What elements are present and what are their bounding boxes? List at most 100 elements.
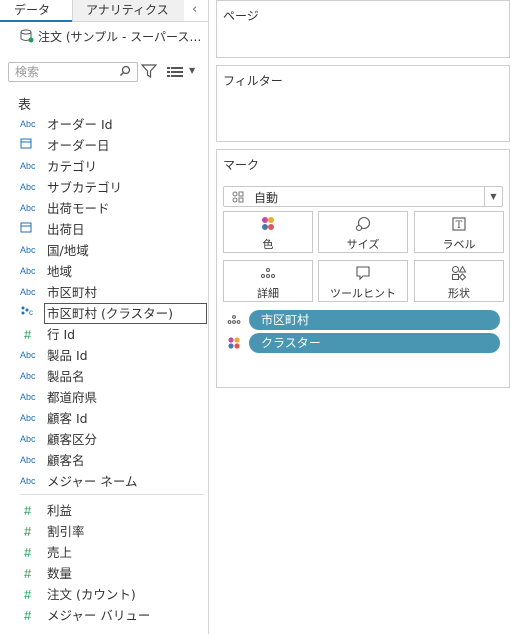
calendar-icon xyxy=(20,135,44,156)
pages-shelf[interactable]: ページ xyxy=(216,0,510,58)
field-label: 注文 (カウント) xyxy=(47,587,136,602)
dimension-field[interactable]: Abc 出荷モード xyxy=(12,198,208,219)
filters-shelf[interactable]: フィルター xyxy=(216,65,510,142)
chevron-down-icon[interactable]: ▼ xyxy=(484,187,502,206)
dimension-field[interactable]: Abc カテゴリ xyxy=(12,156,208,177)
measure-field[interactable]: # 注文 (カウント) xyxy=(12,584,208,605)
svg-text:c: c xyxy=(29,308,33,317)
dimension-field[interactable]: Abc 製品名 xyxy=(12,366,208,387)
label-button[interactable]: T ラベル xyxy=(414,211,504,253)
mark-pill[interactable]: 市区町村 xyxy=(249,310,500,330)
color-icon xyxy=(224,216,312,232)
search-icon xyxy=(119,65,131,80)
collapse-pane-icon[interactable]: ‹ xyxy=(192,2,197,17)
filters-title: フィルター xyxy=(223,74,283,88)
detail-icon xyxy=(224,265,312,281)
measure-field[interactable]: # 利益 xyxy=(12,500,208,521)
field-label: 割引率 xyxy=(47,524,85,539)
database-icon xyxy=(20,29,34,46)
number-icon: # xyxy=(24,566,32,581)
field-label: 市区町村 (クラスター) xyxy=(47,306,173,321)
size-button[interactable]: サイズ xyxy=(318,211,408,253)
field-label: 顧客 Id xyxy=(47,411,88,426)
pane-tabs: データ アナリティクス ‹ xyxy=(0,0,208,22)
string-type-icon: Abc xyxy=(20,371,36,381)
string-type-icon: Abc xyxy=(20,287,36,297)
string-type-icon: Abc xyxy=(20,266,36,276)
dimension-field[interactable]: Abc メジャー ネーム xyxy=(12,471,208,492)
string-type-icon: Abc xyxy=(20,392,36,402)
dimension-field[interactable]: # 行 Id xyxy=(12,324,208,345)
field-search[interactable] xyxy=(8,62,138,82)
field-list: Abc オーダー Id オーダー日 Abc カテゴリ Abc サブカテゴリ Abc 出荷モード出… xyxy=(12,114,208,626)
dimension-field[interactable]: Abc 顧客区分 xyxy=(12,429,208,450)
field-label: 出荷モード xyxy=(47,201,110,216)
field-label: 地域 xyxy=(47,264,73,279)
string-type-icon: Abc xyxy=(20,455,36,465)
field-label: カテゴリ xyxy=(47,159,98,174)
filter-icon[interactable] xyxy=(140,64,158,81)
shape-icon xyxy=(415,265,503,281)
tooltip-icon xyxy=(319,265,407,281)
field-label: 市区町村 xyxy=(47,285,98,300)
divider xyxy=(20,494,204,495)
tooltip-label: ツールヒント xyxy=(330,287,396,300)
dimension-field[interactable]: Abc サブカテゴリ xyxy=(12,177,208,198)
chevron-down-icon[interactable]: ▼ xyxy=(189,66,195,75)
automatic-mark-icon xyxy=(232,191,244,206)
dimension-field[interactable]: Abc 国/地域 xyxy=(12,240,208,261)
number-icon: # xyxy=(24,524,32,539)
field-label: 顧客名 xyxy=(47,453,85,468)
field-label: 利益 xyxy=(47,503,73,518)
tooltip-button[interactable]: ツールヒント xyxy=(318,260,408,302)
list-view-icon[interactable] xyxy=(167,66,183,80)
dimension-field[interactable]: Abc 製品 Id xyxy=(12,345,208,366)
field-label: 売上 xyxy=(47,545,73,560)
data-source[interactable]: 注文 (サンプル - スーパース… xyxy=(20,28,208,46)
dimension-field[interactable]: 出荷日 xyxy=(12,219,208,240)
dimension-field[interactable]: Abc 顧客 Id xyxy=(12,408,208,429)
dimension-field[interactable]: オーダー日 xyxy=(12,135,208,156)
shape-button[interactable]: 形状 xyxy=(414,260,504,302)
string-type-icon: Abc xyxy=(20,119,36,129)
detail-label: 詳細 xyxy=(257,287,279,300)
dimension-field[interactable]: Abc オーダー Id xyxy=(12,114,208,135)
marks-card: マーク 自動 ▼ 色 サイズ T ラベル 詳細 ツールヒント 形状 市区町村 ク… xyxy=(216,149,510,388)
field-label: サブカテゴリ xyxy=(47,180,123,195)
search-input[interactable] xyxy=(9,63,113,81)
mark-type-label: 自動 xyxy=(254,191,279,205)
detail-button[interactable]: 詳細 xyxy=(223,260,313,302)
data-pane: データ アナリティクス ‹ 注文 (サンプル - スーパース… ▼ 表 Abc オ… xyxy=(0,0,209,634)
size-icon xyxy=(319,216,407,232)
dimension-field[interactable]: Abc 市区町村 xyxy=(12,282,208,303)
field-label: メジャー ネーム xyxy=(47,474,138,489)
data-source-name: 注文 (サンプル - スーパース… xyxy=(38,30,202,44)
pages-title: ページ xyxy=(223,9,259,23)
number-icon: # xyxy=(24,327,32,342)
mark-type-dropdown[interactable]: 自動 ▼ xyxy=(223,186,503,207)
tab-analytics[interactable]: アナリティクス xyxy=(72,0,184,21)
field-label: 都道府県 xyxy=(47,390,98,405)
tab-data[interactable]: データ xyxy=(0,0,72,22)
measure-field[interactable]: # 数量 xyxy=(12,563,208,584)
field-label: 製品 Id xyxy=(47,348,88,363)
calendar-icon xyxy=(20,219,44,240)
field-label: メジャー バリュー xyxy=(47,608,151,623)
dimension-field[interactable]: Abc 顧客名 xyxy=(12,450,208,471)
detail-icon xyxy=(227,313,241,330)
number-icon: # xyxy=(24,503,32,518)
dimension-field[interactable]: c 市区町村 (クラスター) xyxy=(12,303,208,324)
measure-field[interactable]: # メジャー バリュー xyxy=(12,605,208,626)
dimension-field[interactable]: Abc 地域 xyxy=(12,261,208,282)
mark-pill[interactable]: クラスター xyxy=(249,333,500,353)
string-type-icon: Abc xyxy=(20,245,36,255)
field-label: 出荷日 xyxy=(47,222,85,237)
string-type-icon: Abc xyxy=(20,182,36,192)
measure-field[interactable]: # 売上 xyxy=(12,542,208,563)
mark-pill-row[interactable]: クラスター xyxy=(227,333,501,353)
field-label: オーダー日 xyxy=(47,138,110,153)
mark-pill-row[interactable]: 市区町村 xyxy=(227,310,501,330)
measure-field[interactable]: # 割引率 xyxy=(12,521,208,542)
dimension-field[interactable]: Abc 都道府県 xyxy=(12,387,208,408)
color-button[interactable]: 色 xyxy=(223,211,313,253)
